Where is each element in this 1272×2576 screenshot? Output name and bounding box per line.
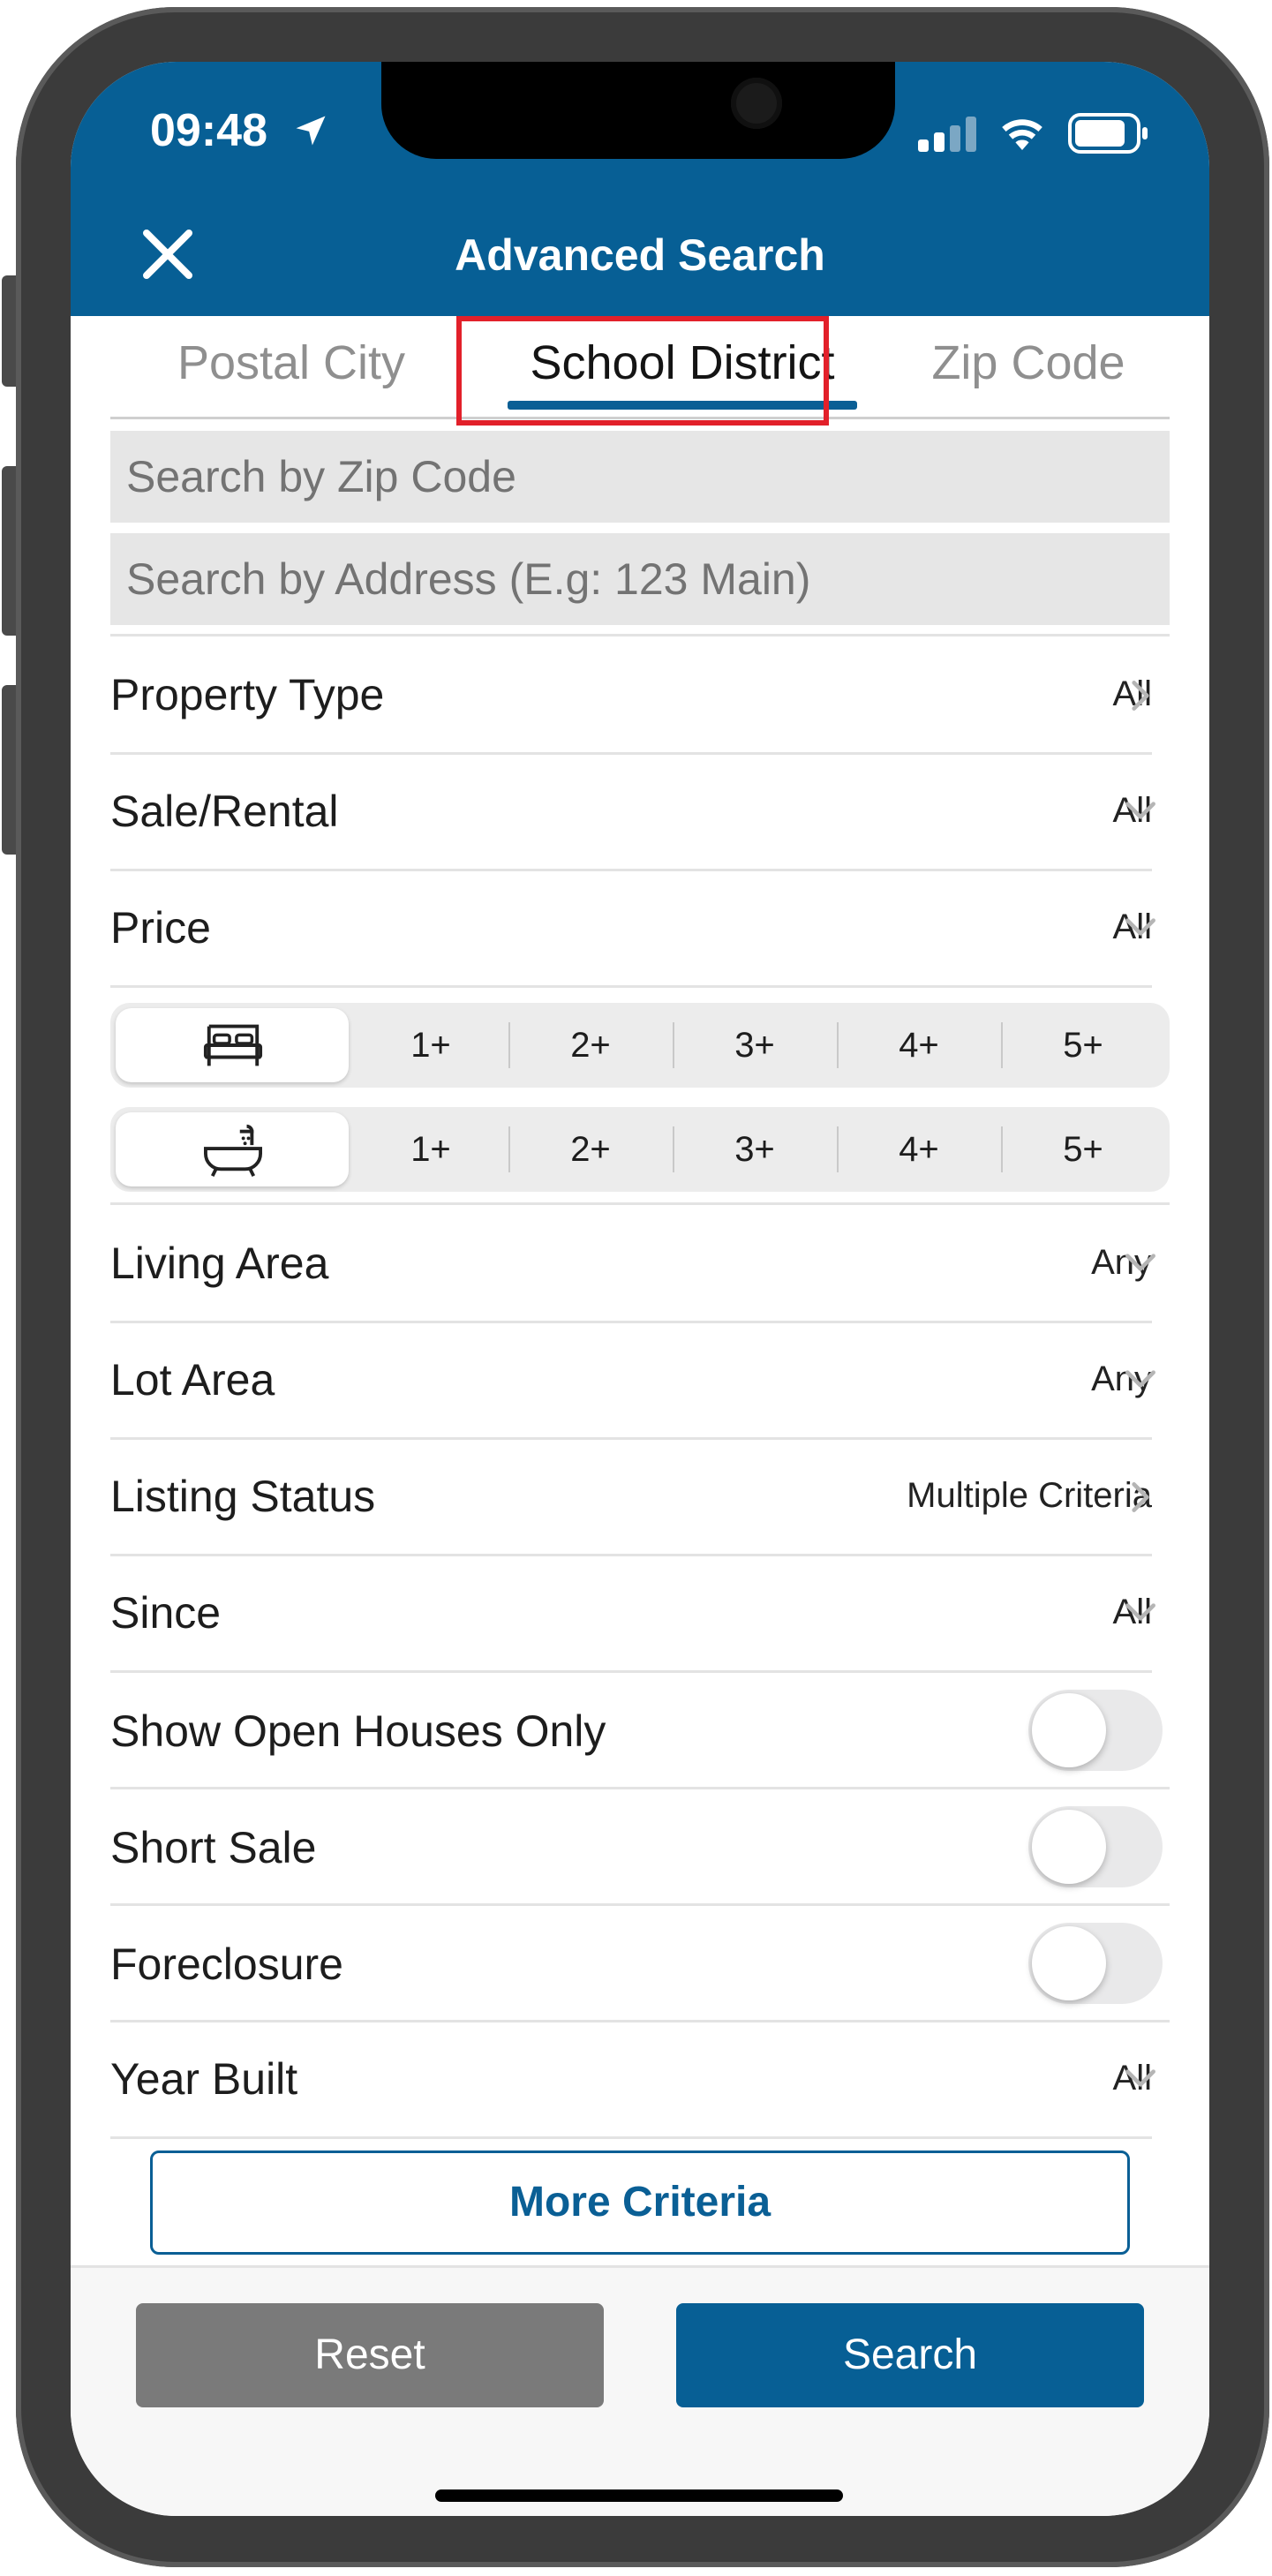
volume-up-button [2,466,16,636]
location-arrow-icon [296,116,326,146]
short-sale-toggle[interactable] [1028,1806,1163,1887]
beds-selector: 1+ 2+ 3+ 4+ 5+ [110,1003,1170,1088]
battery-icon [1068,113,1148,154]
divider [110,1202,1170,1205]
chevron-down-icon [1125,1603,1155,1621]
tab-postal-city[interactable]: Postal City [137,335,446,390]
property-type-row[interactable]: Property Type All [110,637,1152,755]
search-button[interactable]: Search [676,2303,1144,2407]
address-search-input[interactable] [110,533,1170,625]
year-built-row[interactable]: Year Built All [110,2022,1152,2139]
since-row[interactable]: Since All [110,1555,1152,1673]
toggle-knob [1032,1693,1106,1767]
toggle-knob [1032,1810,1106,1884]
sale-rental-row[interactable]: Sale/Rental All [110,754,1152,871]
front-camera [731,78,782,129]
beds-option-1[interactable]: 1+ [349,1003,513,1088]
beds-option-4[interactable]: 4+ [837,1003,1001,1088]
listing-status-row[interactable]: Listing Status Multiple Criteria [110,1439,1152,1556]
zip-code-search-input[interactable] [110,431,1170,523]
bathtub-icon [204,1124,262,1177]
row-label: Show Open Houses Only [110,1706,606,1756]
short-sale-row: Short Sale [110,1789,1170,1906]
beds-option-2[interactable]: 2+ [508,1003,673,1088]
chevron-down-icon [1125,2069,1155,2087]
chevron-right-icon [1132,1482,1149,1512]
highlight-annotation [456,316,829,426]
chevron-down-icon [1125,802,1155,819]
open-houses-toggle[interactable] [1028,1690,1163,1771]
more-criteria-button[interactable]: More Criteria [150,2150,1130,2255]
chevron-right-icon [1132,681,1149,711]
lot-area-row[interactable]: Lot Area Any [110,1322,1152,1440]
chevron-down-icon [1125,1254,1155,1271]
baths-option-3[interactable]: 3+ [673,1107,837,1192]
beds-option-3[interactable]: 3+ [673,1003,837,1088]
beds-any-segment[interactable] [116,1008,349,1082]
toggle-knob [1032,1926,1106,2000]
home-indicator [435,2489,843,2502]
row-value: Multiple Criteria [907,1476,1152,1515]
foreclosure-row: Foreclosure [110,1905,1170,2022]
baths-any-segment[interactable] [116,1112,349,1186]
row-label: Sale/Rental [110,787,339,836]
row-label: Property Type [110,670,385,719]
divider [110,634,1170,636]
row-label: Lot Area [110,1355,275,1405]
mute-switch [2,275,16,387]
baths-option-4[interactable]: 4+ [837,1107,1001,1192]
baths-option-5[interactable]: 5+ [1001,1107,1165,1192]
foreclosure-toggle[interactable] [1028,1923,1163,2004]
footer-bar: Reset Search [71,2265,1209,2516]
tab-zip-code[interactable]: Zip Code [887,335,1170,390]
row-label: Listing Status [110,1472,376,1521]
baths-option-2[interactable]: 2+ [508,1107,673,1192]
bed-icon [203,1024,263,1066]
page-title: Advanced Search [455,230,825,280]
baths-selector: 1+ 2+ 3+ 4+ 5+ [110,1107,1170,1192]
chevron-down-icon [1125,1370,1155,1388]
row-label: Price [110,903,211,953]
notch [381,62,895,159]
beds-option-5[interactable]: 5+ [1001,1003,1165,1088]
row-label: Living Area [110,1239,329,1288]
wifi-icon [1002,119,1042,150]
price-row[interactable]: Price All [110,870,1152,988]
open-houses-row: Show Open Houses Only [110,1672,1170,1789]
volume-down-button [2,685,16,855]
app-screen: 09:48 Advanced Search Postal City School… [71,62,1209,2516]
row-label: Since [110,1588,222,1638]
chevron-down-icon [1125,918,1155,936]
row-label: Year Built [110,2054,298,2104]
cellular-signal-icon [918,117,976,152]
row-label: Short Sale [110,1823,317,1872]
reset-button[interactable]: Reset [136,2303,604,2407]
baths-option-1[interactable]: 1+ [349,1107,513,1192]
living-area-row[interactable]: Living Area Any [110,1206,1152,1323]
status-time: 09:48 [150,105,267,156]
row-label: Foreclosure [110,1940,343,1989]
